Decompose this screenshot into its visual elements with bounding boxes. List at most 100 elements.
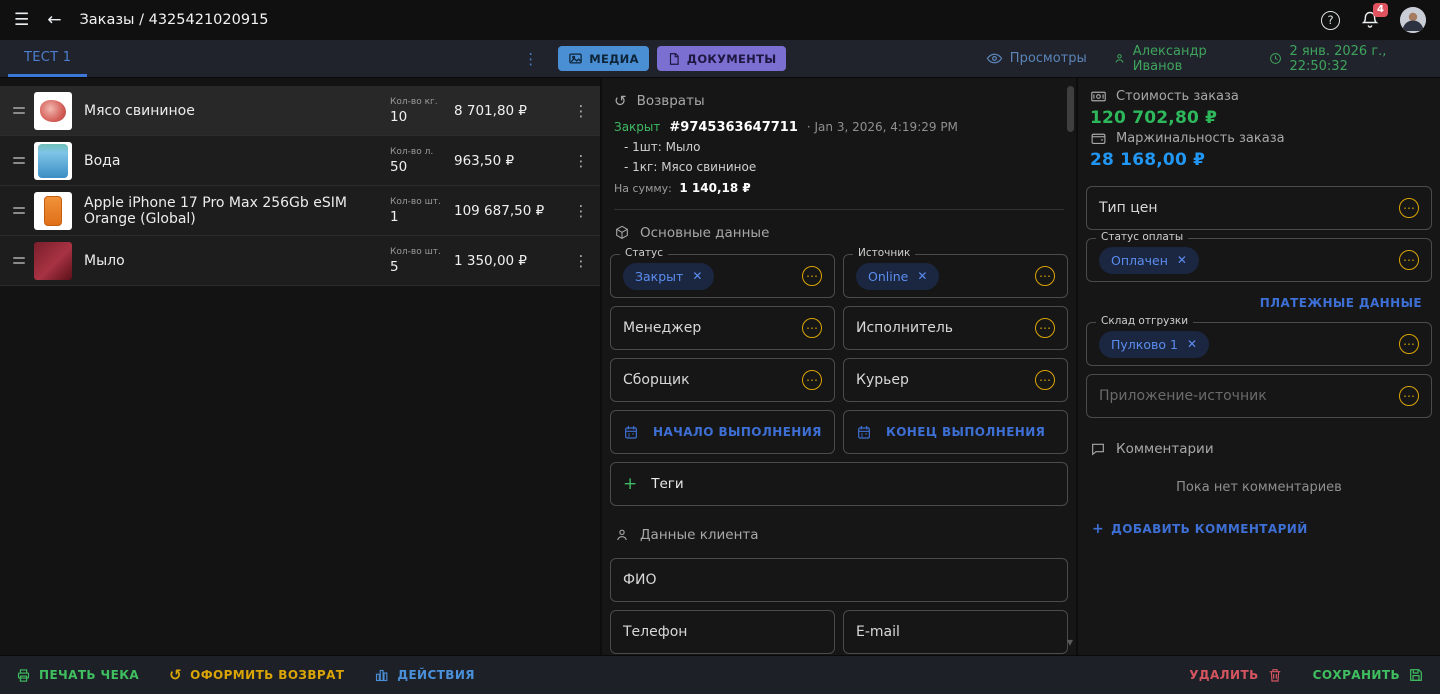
calendar-icon (856, 424, 872, 440)
notification-badge: 4 (1373, 3, 1388, 17)
payment-status-field[interactable]: Статус оплаты Оплачен ✕ ⋯ (1086, 238, 1432, 282)
product-price: 963,50 ₽ (454, 153, 568, 169)
fio-field[interactable]: ФИО (610, 558, 1068, 602)
start-execution-label: НАЧАЛО ВЫПОЛНЕНИЯ (653, 425, 822, 439)
product-row[interactable]: Вода Кол-во л. 50 963,50 ₽ ⋮ (0, 136, 600, 186)
price-type-field[interactable]: Тип цен ⋯ (1086, 186, 1432, 230)
chip-close-icon[interactable]: ✕ (692, 269, 702, 283)
product-menu-icon[interactable]: ⋮ (568, 102, 594, 120)
scrollbar-thumb[interactable] (1067, 86, 1074, 132)
product-price: 109 687,50 ₽ (454, 203, 568, 219)
drag-handle-icon[interactable] (6, 257, 32, 264)
start-execution-button[interactable]: НАЧАЛО ВЫПОЛНЕНИЯ (610, 410, 835, 454)
price-type-more-icon[interactable]: ⋯ (1399, 198, 1419, 218)
assembler-more-icon[interactable]: ⋯ (802, 370, 822, 390)
manager-field[interactable]: Менеджер ⋯ (610, 306, 835, 350)
documents-button[interactable]: ДОКУМЕНТЫ (657, 46, 787, 71)
source-chip[interactable]: Online ✕ (856, 263, 939, 290)
return-entry[interactable]: Закрыт #9745363647711 · Jan 3, 2026, 4:1… (614, 120, 1068, 195)
printer-icon (16, 668, 31, 683)
delete-button[interactable]: УДАЛИТЬ (1189, 667, 1282, 683)
notifications-button[interactable]: 4 (1360, 10, 1380, 30)
chip-close-icon[interactable]: ✕ (1187, 337, 1197, 351)
drag-handle-icon[interactable] (6, 207, 32, 214)
drag-handle-icon[interactable] (6, 107, 32, 114)
tab-menu-icon[interactable]: ⋮ (523, 50, 548, 68)
payment-more-icon[interactable]: ⋯ (1399, 250, 1419, 270)
status-chip[interactable]: Закрыт ✕ (623, 263, 714, 290)
payment-status-label: Статус оплаты (1096, 231, 1188, 243)
datetime-value: 2 янв. 2026 г., 22:50:32 (1289, 44, 1428, 74)
views-label: Просмотры (1010, 51, 1087, 66)
client-data-title: Данные клиента (640, 527, 759, 543)
manager-more-icon[interactable]: ⋯ (802, 318, 822, 338)
app-source-field[interactable]: Приложение-источник ⋯ (1086, 374, 1432, 418)
source-field-label: Источник (853, 247, 915, 259)
media-button[interactable]: МЕДИА (558, 46, 649, 71)
payment-data-link[interactable]: ПЛАТЕЖНЫЕ ДАННЫЕ (1086, 296, 1422, 310)
product-row[interactable]: Мыло Кол-во шт. 5 1 350,00 ₽ ⋮ (0, 236, 600, 286)
product-qty[interactable]: Кол-во кг. 10 (390, 97, 454, 125)
warehouse-more-icon[interactable]: ⋯ (1399, 334, 1419, 354)
back-arrow-icon[interactable]: ← (47, 12, 61, 29)
refund-button[interactable]: ↺ ОФОРМИТЬ ВОЗВРАТ (169, 668, 344, 683)
help-icon[interactable]: ? (1321, 11, 1340, 30)
hamburger-menu-icon[interactable]: ☰ (14, 12, 29, 29)
status-more-icon[interactable]: ⋯ (802, 266, 822, 286)
payment-status-chip[interactable]: Оплачен ✕ (1099, 247, 1199, 274)
product-row[interactable]: Apple iPhone 17 Pro Max 256Gb eSIM Orang… (0, 186, 600, 236)
returns-title: Возвраты (637, 93, 705, 109)
warehouse-field[interactable]: Склад отгрузки Пулково 1 ✕ ⋯ (1086, 322, 1432, 366)
returns-section-header: ↺ Возвраты (614, 90, 1068, 112)
qty-value[interactable]: 10 (390, 109, 454, 125)
source-more-icon[interactable]: ⋯ (1035, 266, 1055, 286)
warehouse-chip[interactable]: Пулково 1 ✕ (1099, 331, 1209, 358)
add-comment-button[interactable]: + ДОБАВИТЬ КОММЕНТАРИЙ (1092, 521, 1432, 537)
qty-label: Кол-во шт. (390, 197, 454, 207)
end-execution-button[interactable]: КОНЕЦ ВЫПОЛНЕНИЯ (843, 410, 1068, 454)
order-margin-label: Маржинальность заказа (1116, 131, 1285, 146)
phone-field[interactable]: Телефон (610, 610, 835, 654)
order-datetime: 2 янв. 2026 г., 22:50:32 (1269, 44, 1428, 74)
source-field[interactable]: Источник Online ✕ ⋯ (843, 254, 1068, 298)
status-field-label: Статус (620, 247, 668, 259)
actions-button[interactable]: ДЕЙСТВИЯ (374, 668, 475, 683)
courier-more-icon[interactable]: ⋯ (1035, 370, 1055, 390)
drag-handle-icon[interactable] (6, 157, 32, 164)
email-field[interactable]: E-mail (843, 610, 1068, 654)
save-label: СОХРАНИТЬ (1313, 668, 1400, 682)
save-button[interactable]: СОХРАНИТЬ (1313, 667, 1424, 683)
executor-more-icon[interactable]: ⋯ (1035, 318, 1055, 338)
product-menu-icon[interactable]: ⋮ (568, 202, 594, 220)
plus-icon: + (623, 476, 637, 493)
tags-field[interactable]: + Теги (610, 462, 1068, 506)
print-receipt-button[interactable]: ПЕЧАТЬ ЧЕКА (16, 668, 139, 683)
product-menu-icon[interactable]: ⋮ (568, 152, 594, 170)
chip-close-icon[interactable]: ✕ (1177, 253, 1187, 267)
manager-placeholder: Менеджер (623, 320, 701, 336)
top-bar: ☰ ← Заказы / 4325421020915 ? 4 (0, 0, 1440, 40)
courier-field[interactable]: Курьер ⋯ (843, 358, 1068, 402)
refund-label: ОФОРМИТЬ ВОЗВРАТ (190, 668, 344, 682)
product-menu-icon[interactable]: ⋮ (568, 252, 594, 270)
user-avatar[interactable] (1400, 7, 1426, 33)
app-source-more-icon[interactable]: ⋯ (1399, 386, 1419, 406)
qty-value[interactable]: 5 (390, 259, 454, 275)
executor-field[interactable]: Исполнитель ⋯ (843, 306, 1068, 350)
return-total-value: 1 140,18 ₽ (679, 181, 750, 195)
tab-test-1[interactable]: ТЕСТ 1 (8, 40, 87, 77)
product-qty[interactable]: Кол-во л. 50 (390, 147, 454, 175)
scroll-down-icon[interactable]: ▼ (1067, 638, 1073, 647)
qty-value[interactable]: 50 (390, 159, 454, 175)
assembler-field[interactable]: Сборщик ⋯ (610, 358, 835, 402)
return-number: #9745363647711 (669, 120, 797, 135)
product-row[interactable]: Мясо свининое Кол-во кг. 10 8 701,80 ₽ ⋮ (0, 86, 600, 136)
status-field[interactable]: Статус Закрыт ✕ ⋯ (610, 254, 835, 298)
qty-value[interactable]: 1 (390, 209, 454, 225)
views-button[interactable]: Просмотры (986, 50, 1087, 67)
return-icon: ↺ (614, 94, 627, 109)
chip-close-icon[interactable]: ✕ (917, 269, 927, 283)
order-cost-label: Стоимость заказа (1116, 89, 1239, 104)
product-qty[interactable]: Кол-во шт. 5 (390, 247, 454, 275)
product-qty[interactable]: Кол-во шт. 1 (390, 197, 454, 225)
